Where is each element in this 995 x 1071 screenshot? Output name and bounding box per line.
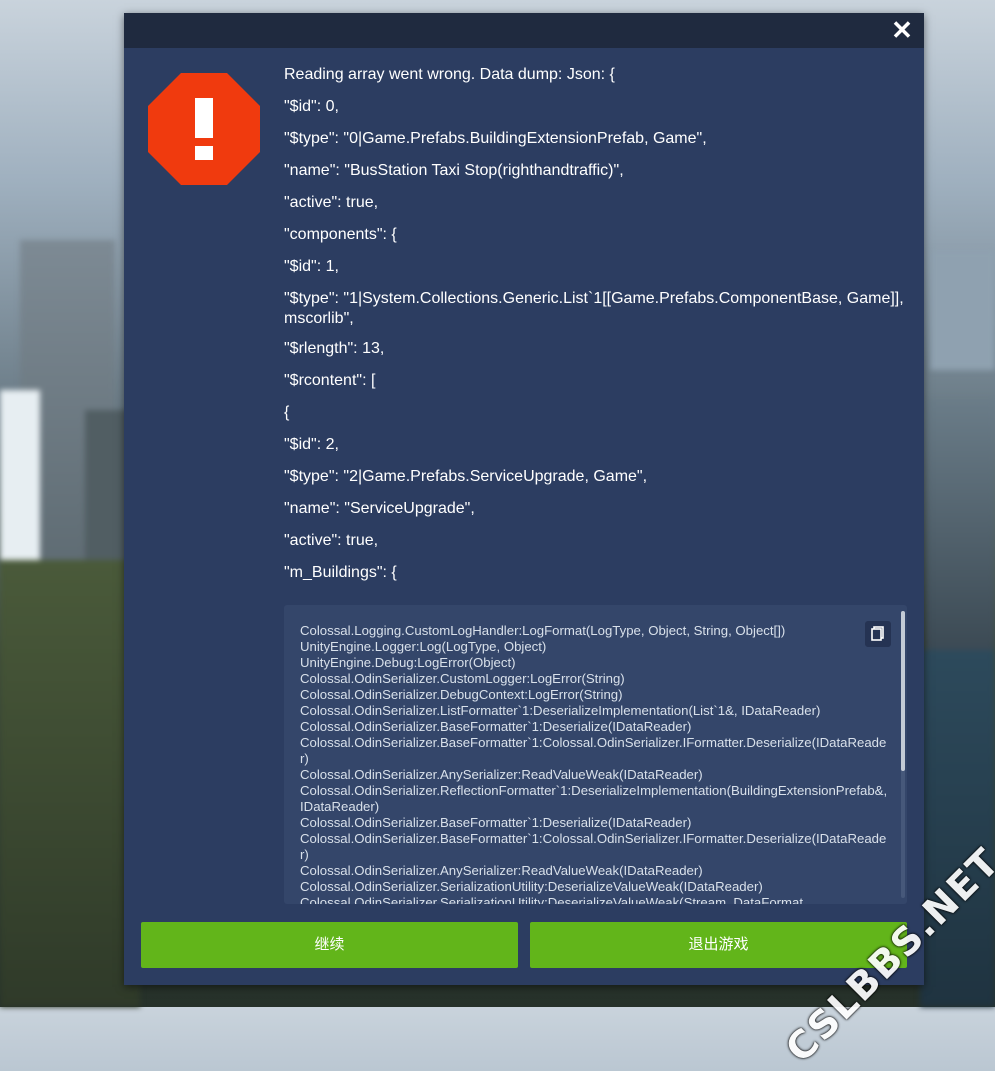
message-line: "name": "BusStation Taxi Stop(righthandt… [284, 162, 624, 179]
alert-octagon-icon [148, 73, 260, 185]
message-line: Reading array went wrong. Data dump: Jso… [284, 66, 615, 83]
continue-button[interactable]: 继续 [141, 922, 518, 968]
message-line: "$id": 2, [284, 436, 339, 453]
copy-icon [871, 626, 884, 641]
scrollbar[interactable] [901, 611, 905, 898]
message-line: { [284, 404, 290, 421]
message-line: "components": { [284, 226, 397, 243]
message-line: "$id": 1, [284, 258, 339, 275]
stack-trace-panel[interactable]: Colossal.Logging.CustomLogHandler:LogFor… [284, 605, 907, 904]
message-line: "$rlength": 13, [284, 340, 385, 357]
close-icon: ✕ [891, 15, 913, 45]
message-line: "$type": "2|Game.Prefabs.ServiceUpgrade,… [284, 468, 648, 485]
error-message: Reading array went wrong. Data dump: Jso… [284, 65, 904, 595]
message-line: "name": "ServiceUpgrade", [284, 500, 475, 517]
message-line: "$type": "0|Game.Prefabs.BuildingExtensi… [284, 130, 707, 147]
close-button[interactable]: ✕ [890, 17, 914, 43]
message-line: "active": true, [284, 194, 379, 211]
message-line: "$id": 0, [284, 98, 339, 115]
exit-game-button[interactable]: 退出游戏 [530, 922, 907, 968]
message-line: "active": true, [284, 532, 379, 549]
dialog-titlebar: ✕ [124, 13, 924, 48]
stack-trace-text: Colossal.Logging.CustomLogHandler:LogFor… [300, 623, 888, 904]
error-dialog: ✕ Reading array went wrong. Data dump: J… [124, 13, 924, 985]
message-line: "$type": "1|System.Collections.Generic.L… [284, 290, 909, 327]
message-line: "m_Buildings": { [284, 564, 397, 581]
message-line: "$rcontent": [ [284, 372, 376, 389]
scrollbar-thumb[interactable] [901, 611, 905, 771]
copy-button[interactable] [865, 621, 891, 647]
